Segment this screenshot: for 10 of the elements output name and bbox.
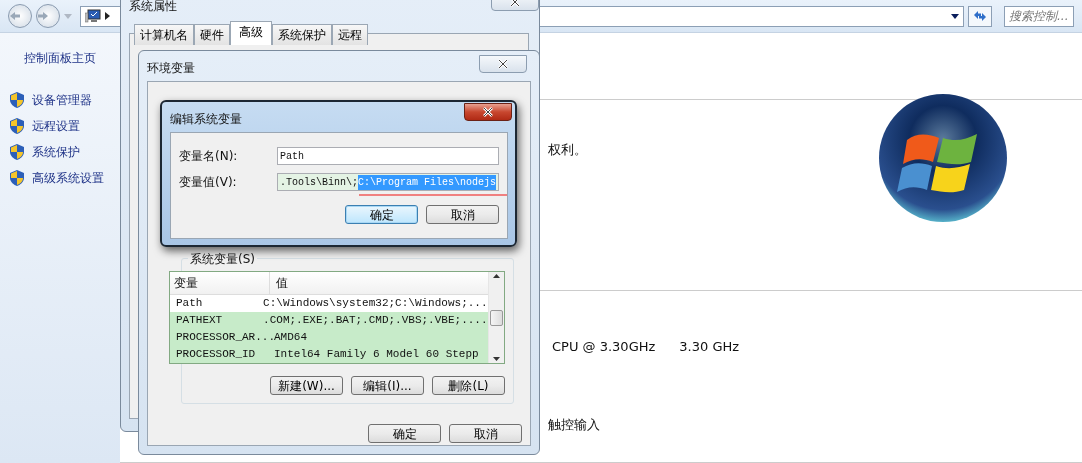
body-text: 权利。	[548, 141, 587, 159]
window-title: 系统属性	[128, 0, 178, 15]
window-title: 编辑系统变量	[169, 111, 243, 128]
window-title: 环境变量	[146, 60, 196, 77]
body-text: 触控输入	[548, 415, 600, 434]
body-text: 3.30 GHz	[679, 338, 740, 356]
field-label: 变量值(V):	[179, 174, 238, 191]
group-label: 系统变量(S)	[188, 250, 257, 268]
field-label: 变量名(N):	[179, 148, 239, 165]
body-text: CPU @ 3.30GHz	[552, 338, 656, 356]
